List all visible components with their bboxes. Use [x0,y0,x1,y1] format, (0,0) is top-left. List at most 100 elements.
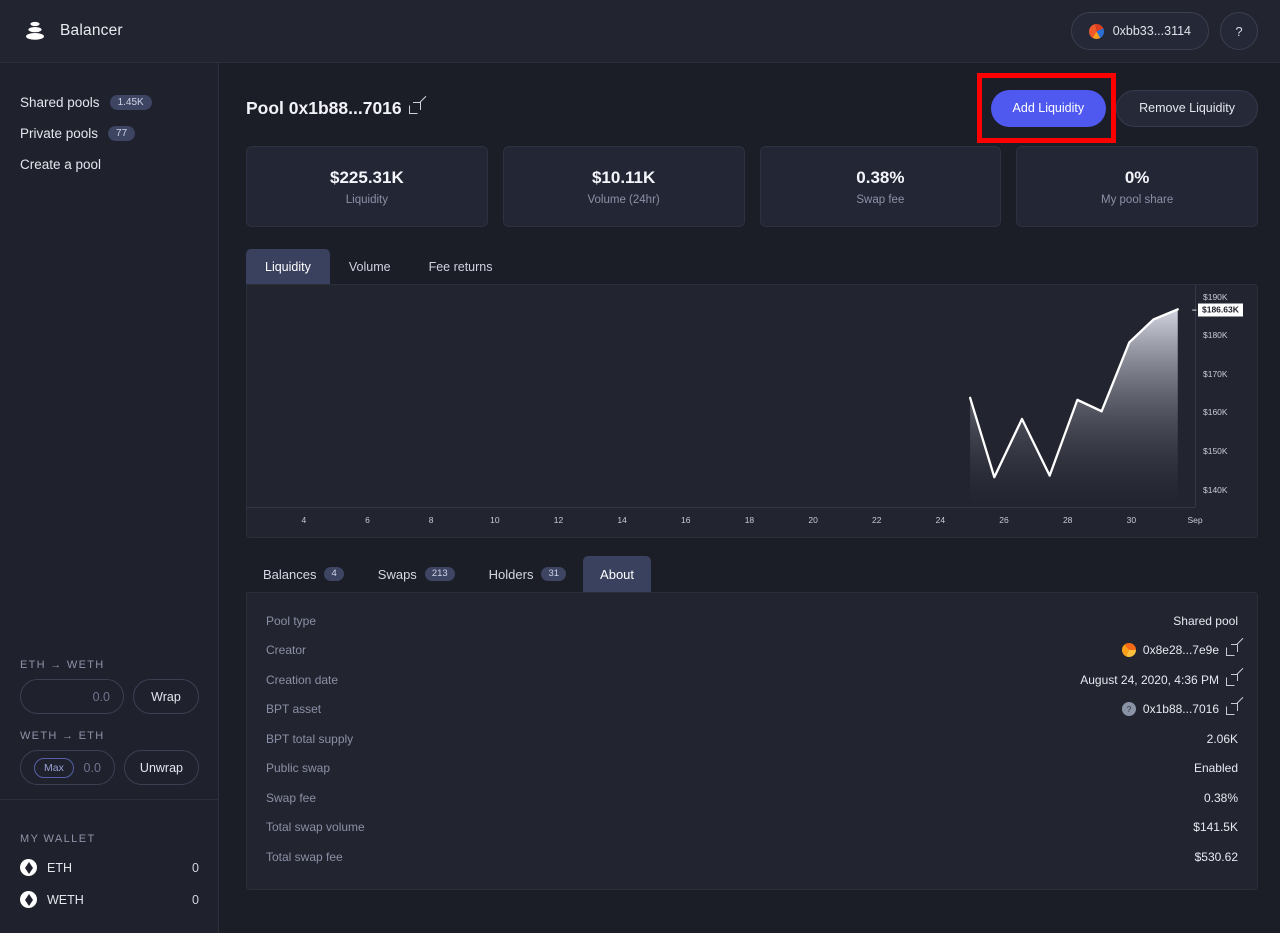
about-row-key: Creation date [266,673,338,687]
external-link-icon[interactable] [409,102,421,114]
about-row-value: 0.38% [1204,791,1238,805]
wrapped-ethereum-icon [20,891,37,908]
eth-to-weth-row: 0.0 Wrap [20,679,199,714]
x-axis-tick: 10 [490,515,499,525]
sidebar-nav: Shared pools 1.45K Private pools 77 Crea… [0,63,218,180]
wrap-button[interactable]: Wrap [133,679,199,714]
about-row-text: 0.38% [1204,791,1238,805]
y-axis-cursor-label: $186.63K [1198,303,1243,316]
tab-swaps[interactable]: Swaps 213 [361,556,472,592]
sidebar: Shared pools 1.45K Private pools 77 Crea… [0,63,219,933]
external-link-icon[interactable] [1226,674,1238,686]
my-wallet-title: MY WALLET [20,833,199,845]
about-row-value: $141.5K [1193,820,1238,834]
liquidity-area-chart [247,285,1195,507]
external-link-icon[interactable] [1226,644,1238,656]
tab-fee-returns[interactable]: Fee returns [410,249,512,284]
tab-balances[interactable]: Balances 4 [246,556,361,592]
about-row-value[interactable]: August 24, 2020, 4:36 PM [1080,673,1238,687]
x-axis-tick: 28 [1063,515,1072,525]
stat-label: My pool share [1101,194,1173,206]
wallet-token-eth[interactable]: ETH 0 [20,859,199,876]
about-row-text: Shared pool [1173,614,1238,628]
tab-label: Swaps [378,567,417,582]
x-axis-tick: 8 [429,515,434,525]
tab-about[interactable]: About [583,556,651,592]
about-row-text: 0x1b88...7016 [1143,702,1219,716]
sidebar-item-shared-pools[interactable]: Shared pools 1.45K [0,87,218,118]
app-root: Balancer 0xbb33...3114 ? Shared pools 1.… [0,0,1280,933]
about-row-value: Enabled [1194,761,1238,775]
tab-liquidity[interactable]: Liquidity [246,249,330,284]
stat-label: Liquidity [346,194,388,206]
about-row-key: Pool type [266,614,316,628]
about-row-key: BPT asset [266,702,321,716]
wallet-address-button[interactable]: 0xbb33...3114 [1071,12,1209,50]
sidebar-item-create-a-pool[interactable]: Create a pool [0,149,218,180]
header-actions: 0xbb33...3114 ? [1071,12,1258,50]
brand-name: Balancer [60,22,123,40]
about-row-value[interactable]: 0x8e28...7e9e [1122,643,1238,657]
tab-badge: 4 [324,567,343,582]
main-content: Pool 0x1b88...7016 Add Liquidity Remove … [219,63,1280,933]
pool-actions: Add Liquidity Remove Liquidity [991,90,1258,127]
pool-header: Pool 0x1b88...7016 Add Liquidity Remove … [246,87,1258,129]
brand[interactable]: Balancer [22,18,123,44]
weth-amount-input[interactable]: Max 0.0 [20,750,115,785]
liquidity-chart-panel: $190K$180K$170K$160K$150K$140K$186.63K 4… [246,284,1258,538]
about-row-value[interactable]: ?0x1b88...7016 [1122,702,1238,716]
y-axis-tick: $180K [1203,330,1228,340]
token-symbol: WETH [47,893,84,907]
weth-amount-value: 0.0 [84,761,101,775]
wrap-section: ETH → WETH 0.0 Wrap WETH → ETH Max 0.0 U… [0,643,219,800]
help-icon: ? [1235,24,1242,39]
wallet-token-weth[interactable]: WETH 0 [20,891,199,908]
about-row-text: $530.62 [1195,850,1238,864]
add-liquidity-label: Add Liquidity [1013,101,1085,115]
chart-x-axis: 4681012141618202224262830Sep [247,507,1195,537]
about-row-key: BPT total supply [266,732,353,746]
sidebar-item-badge: 1.45K [110,95,152,110]
remove-liquidity-button[interactable]: Remove Liquidity [1116,90,1258,127]
y-axis-tick: $190K [1203,292,1228,302]
sidebar-item-private-pools[interactable]: Private pools 77 [0,118,218,149]
x-axis-tick: 6 [365,515,370,525]
chart-plot-area[interactable] [247,285,1195,507]
my-wallet-section: MY WALLET ETH 0 WETH 0 [0,833,219,923]
y-axis-tick: $140K [1203,485,1228,495]
x-axis-tick: 22 [872,515,881,525]
unwrap-button[interactable]: Unwrap [124,750,199,785]
about-row: Swap fee 0.38% [266,783,1238,813]
x-axis-tick: 24 [936,515,945,525]
external-link-icon[interactable] [1226,703,1238,715]
about-row-key: Creator [266,643,306,657]
about-row: Creation date August 24, 2020, 4:36 PM [266,665,1238,695]
pool-stats: $225.31K Liquidity $10.11K Volume (24hr)… [246,146,1258,227]
stat-value: 0.38% [856,168,904,188]
tab-label: Fee returns [429,260,493,274]
eth-amount-input[interactable]: 0.0 [20,679,124,714]
y-axis-tick: $150K [1203,446,1228,456]
about-row-key: Swap fee [266,791,316,805]
about-row-value: 2.06K [1207,732,1238,746]
x-axis-tick: 12 [554,515,563,525]
token-balance: 0 [192,861,199,875]
max-button[interactable]: Max [34,758,74,778]
ethereum-icon [20,859,37,876]
stat-card-my-pool-share: 0% My pool share [1016,146,1258,227]
pool-info-tabs: Balances 4 Swaps 213 Holders 31 About [246,556,1258,592]
weth-to-eth-row: Max 0.0 Unwrap [20,750,199,785]
wallet-address-label: 0xbb33...3114 [1113,24,1191,38]
tab-volume[interactable]: Volume [330,249,410,284]
tab-holders[interactable]: Holders 31 [472,556,583,592]
add-liquidity-button[interactable]: Add Liquidity [991,90,1107,127]
sidebar-item-label: Shared pools [20,95,100,110]
stat-card-liquidity: $225.31K Liquidity [246,146,488,227]
weth-to-eth-label: WETH → ETH [20,730,199,742]
tab-label: Volume [349,260,391,274]
about-row-text: 2.06K [1207,732,1238,746]
page-title: Pool 0x1b88...7016 [246,98,421,119]
sidebar-item-label: Private pools [20,126,98,141]
stat-card-swap-fee: 0.38% Swap fee [760,146,1002,227]
help-button[interactable]: ? [1220,12,1258,50]
